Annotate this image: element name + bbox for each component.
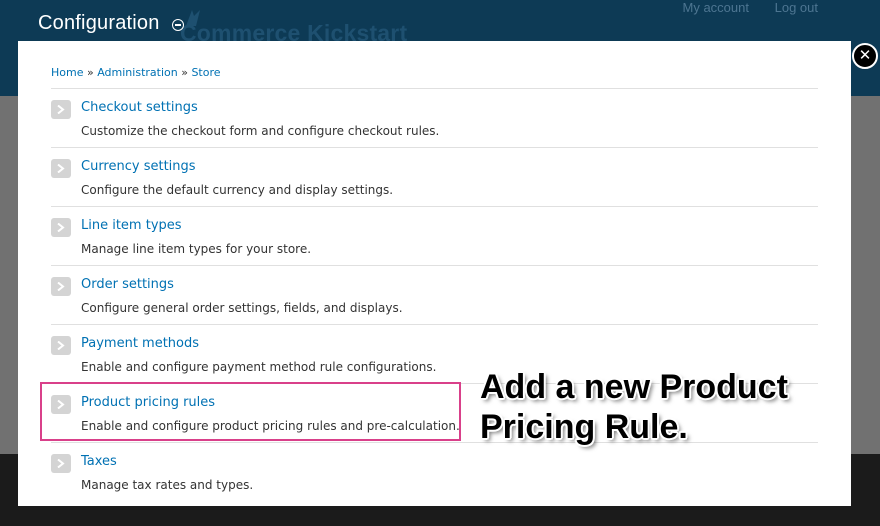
admin-item-title[interactable]: Checkout settings: [81, 100, 198, 115]
admin-item-title[interactable]: Currency settings: [81, 159, 196, 174]
breadcrumb-separator: »: [181, 66, 188, 79]
admin-item-line-item-types: Line item types Manage line item types f…: [51, 206, 818, 265]
breadcrumb-store[interactable]: Store: [191, 66, 220, 79]
annotation-callout: Add a new Product Pricing Rule.: [480, 368, 788, 446]
overlay-title: Configuration: [38, 12, 184, 35]
chevron-right-icon[interactable]: [51, 218, 71, 237]
user-links: My account Log out: [661, 0, 818, 15]
chevron-right-icon[interactable]: [51, 336, 71, 355]
breadcrumb-home[interactable]: Home: [51, 66, 83, 79]
breadcrumb-administration[interactable]: Administration: [97, 66, 178, 79]
breadcrumb-separator: »: [86, 66, 94, 79]
admin-item-taxes: Taxes Manage tax rates and types.: [51, 442, 818, 501]
highlight-box: [40, 382, 461, 441]
admin-item-description: Customize the checkout form and configur…: [81, 124, 440, 138]
admin-item-description: Enable and configure payment method rule…: [81, 360, 437, 374]
close-overlay-button[interactable]: ✕: [852, 43, 878, 69]
admin-item-description: Manage tax rates and types.: [81, 478, 254, 492]
chevron-right-icon[interactable]: [51, 159, 71, 178]
admin-item-order-settings: Order settings Configure general order s…: [51, 265, 818, 324]
admin-item-title[interactable]: Taxes: [81, 454, 117, 469]
my-account-link[interactable]: My account: [683, 0, 749, 15]
log-out-link[interactable]: Log out: [775, 0, 818, 15]
admin-item-description: Configure general order settings, fields…: [81, 301, 403, 315]
breadcrumb: Home » Administration » Store: [51, 66, 221, 79]
admin-item-title[interactable]: Order settings: [81, 277, 174, 292]
page-title: Configuration: [38, 12, 160, 34]
admin-item-title[interactable]: Line item types: [81, 218, 182, 233]
admin-item-currency-settings: Currency settings Configure the default …: [51, 147, 818, 206]
chevron-right-icon[interactable]: [51, 100, 71, 119]
minimize-icon[interactable]: [171, 18, 184, 31]
chevron-right-icon[interactable]: [51, 277, 71, 296]
admin-item-description: Configure the default currency and displ…: [81, 183, 394, 197]
chevron-right-icon[interactable]: [51, 454, 71, 473]
admin-item-description: Manage line item types for your store.: [81, 242, 312, 256]
admin-item-title[interactable]: Payment methods: [81, 336, 199, 351]
admin-item-checkout-settings: Checkout settings Customize the checkout…: [51, 88, 818, 147]
